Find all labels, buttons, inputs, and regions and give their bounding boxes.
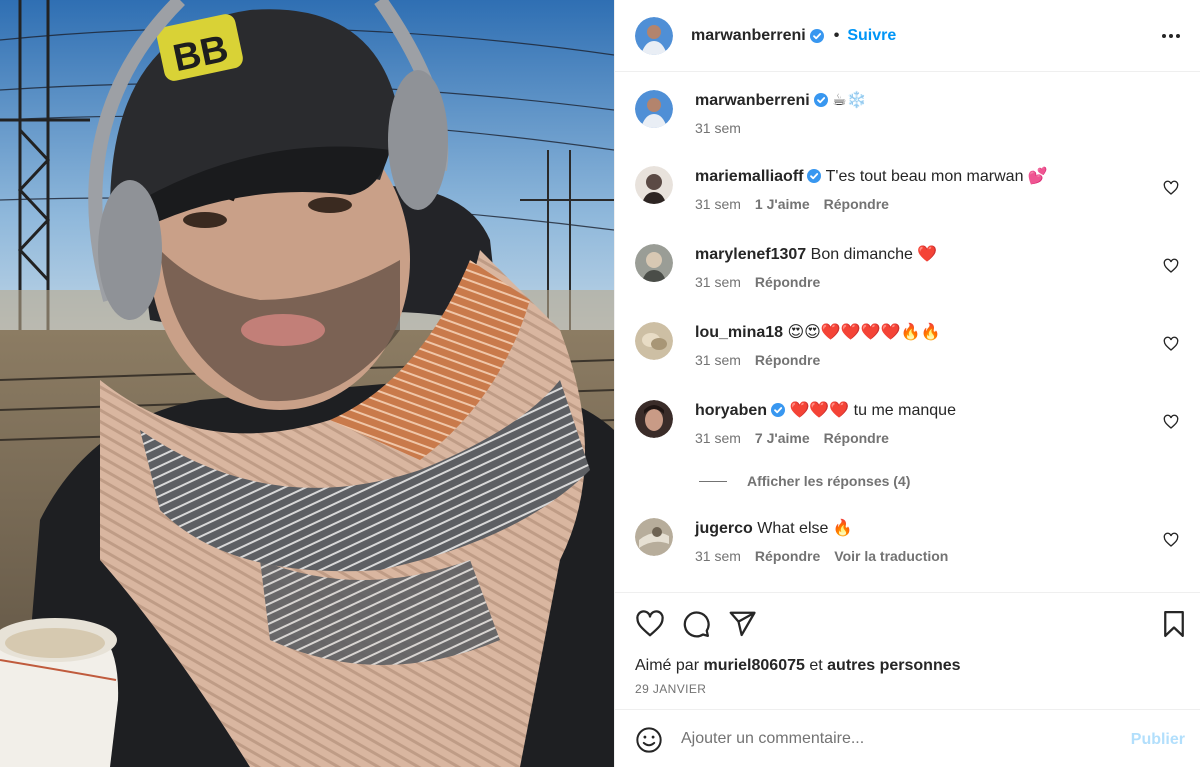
publish-button[interactable]: Publier — [1131, 731, 1185, 749]
comment-heart-icon[interactable] — [1163, 532, 1179, 548]
caption-text: ☕❄️ — [832, 92, 867, 109]
comment-text: T'es tout beau mon marwan 💕 — [825, 168, 1048, 185]
comment-time: 31 sem — [695, 548, 741, 564]
post-photo[interactable]: BB — [0, 0, 614, 767]
comment-item: horyaben ❤️❤️❤️ tu me manque 31 sem 7 J'… — [635, 400, 1181, 446]
verified-badge-icon — [807, 169, 822, 183]
comment-heart-icon[interactable] — [1163, 336, 1179, 352]
replies-divider — [699, 480, 727, 482]
commenter-avatar[interactable] — [635, 518, 673, 556]
reply-button[interactable]: Répondre — [755, 352, 820, 368]
comment-heart-icon[interactable] — [1163, 414, 1179, 430]
post-header: marwanberreni • Suivre — [615, 0, 1200, 72]
caption-username[interactable]: marwanberreni — [695, 92, 810, 109]
comment-item: lou_mina18 😍😍❤️❤️❤️❤️🔥🔥 31 sem Répondre — [635, 322, 1181, 368]
comment-input[interactable] — [681, 724, 1101, 754]
comment-time: 31 sem — [695, 352, 741, 368]
comment-text: What else 🔥 — [757, 520, 853, 537]
caption-time: 31 sem — [695, 120, 741, 136]
comment-text: ❤️❤️❤️ tu me manque — [789, 402, 956, 419]
comment-composer: Publier — [615, 709, 1200, 767]
comment-likes-count[interactable]: 1 J'aime — [755, 196, 810, 212]
author-username[interactable]: marwanberreni — [691, 27, 806, 45]
commenter-avatar[interactable] — [635, 322, 673, 360]
reply-button[interactable]: Répondre — [824, 196, 889, 212]
comment-text: 😍😍❤️❤️❤️❤️🔥🔥 — [787, 324, 941, 341]
commenter-username[interactable]: jugerco — [695, 520, 753, 537]
verified-badge-icon — [813, 93, 828, 107]
caption-author-avatar[interactable] — [635, 90, 673, 128]
commenter-username[interactable]: marylenef1307 — [695, 246, 806, 263]
comment-icon[interactable] — [681, 609, 711, 639]
comments-list[interactable]: marwanberreni ☕❄️ 31 sem mariemalliaoff … — [615, 72, 1200, 592]
commenter-username[interactable]: mariemalliaoff — [695, 168, 803, 185]
liked-by-others[interactable]: autres personnes — [827, 657, 960, 674]
commenter-avatar[interactable] — [635, 400, 673, 438]
comment-heart-icon[interactable] — [1163, 180, 1179, 196]
post-details-panel: marwanberreni • Suivre marwanberreni ☕❄️… — [614, 0, 1200, 767]
author-avatar[interactable] — [635, 16, 673, 55]
bookmark-icon[interactable] — [1159, 609, 1189, 639]
commenter-username[interactable]: lou_mina18 — [695, 324, 783, 341]
liked-by: Aimé par muriel806075 et autres personne… — [635, 657, 961, 675]
post-date[interactable]: 29 JANVIER — [635, 682, 706, 696]
heart-icon[interactable] — [635, 609, 665, 639]
reply-button[interactable]: Répondre — [824, 430, 889, 446]
liked-by-user[interactable]: muriel806075 — [703, 657, 804, 674]
send-icon[interactable] — [727, 609, 757, 639]
header-separator: • — [833, 26, 840, 44]
comment-heart-icon[interactable] — [1163, 258, 1179, 274]
verified-badge-icon — [809, 28, 824, 43]
post-actions: Aimé par muriel806075 et autres personne… — [615, 592, 1200, 709]
comment-time: 31 sem — [695, 196, 741, 212]
commenter-avatar[interactable] — [635, 244, 673, 282]
post-photo-illustration: BB — [0, 0, 614, 767]
post-caption: marwanberreni ☕❄️ 31 sem — [635, 90, 1181, 136]
commenter-avatar[interactable] — [635, 166, 673, 204]
verified-badge-icon — [771, 403, 786, 417]
more-options-icon[interactable] — [1159, 24, 1183, 48]
commenter-username[interactable]: horyaben — [695, 402, 767, 419]
show-replies-label: Afficher les réponses (4) — [747, 473, 911, 489]
comment-time: 31 sem — [695, 274, 741, 290]
reply-button[interactable]: Répondre — [755, 548, 820, 564]
show-replies-button[interactable]: Afficher les réponses (4) — [699, 473, 910, 489]
comment-item: jugerco What else 🔥 31 sem Répondre Voir… — [635, 518, 1181, 564]
follow-button[interactable]: Suivre — [847, 27, 896, 45]
liked-by-prefix: Aimé par — [635, 657, 700, 674]
reply-button[interactable]: Répondre — [755, 274, 820, 290]
liked-by-joiner: et — [809, 657, 823, 674]
comment-item: mariemalliaoff T'es tout beau mon marwan… — [635, 166, 1181, 212]
comment-likes-count[interactable]: 7 J'aime — [755, 430, 810, 446]
comment-text: Bon dimanche ❤️ — [810, 246, 938, 263]
translate-button[interactable]: Voir la traduction — [834, 548, 948, 564]
emoji-icon[interactable] — [635, 726, 663, 754]
comment-time: 31 sem — [695, 430, 741, 446]
comment-item: marylenef1307 Bon dimanche ❤️ 31 sem Rép… — [635, 244, 1181, 290]
